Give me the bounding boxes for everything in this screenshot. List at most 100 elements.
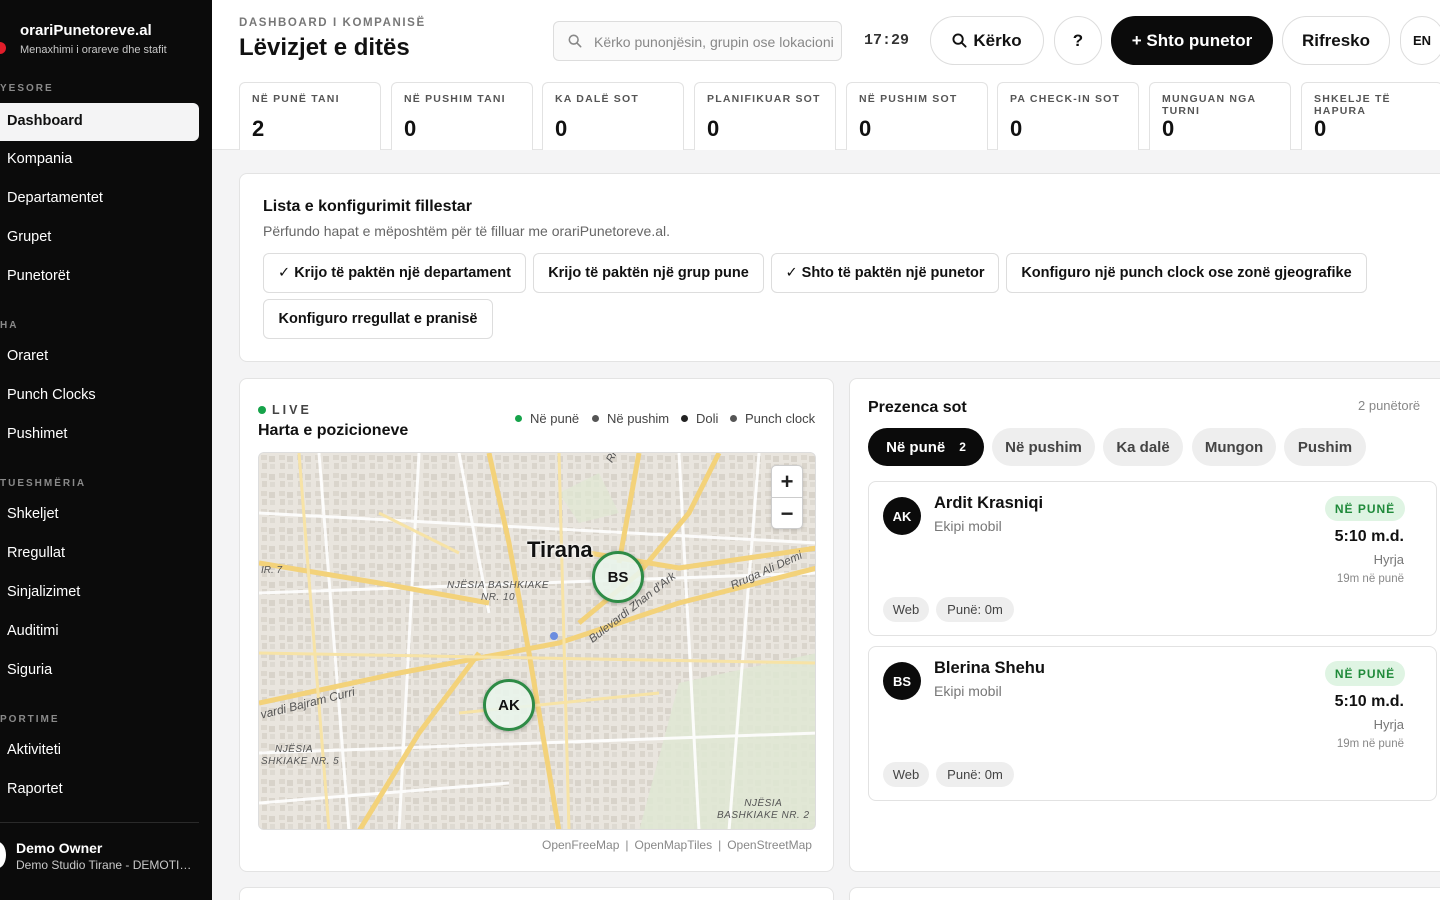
legend-item-left: Doli — [681, 411, 718, 426]
checklist-item-worker[interactable]: ✓ Shto të paktën një punetor — [771, 253, 999, 293]
language-button[interactable]: EN — [1400, 16, 1440, 65]
sidebar-item-grupet[interactable]: Grupet — [7, 229, 51, 245]
stat-label: KA DALË SOT — [555, 93, 639, 105]
stat-card-missed-shift[interactable]: MUNGUAN NGA TURNI 0 — [1149, 82, 1291, 150]
tab-count: 2 — [959, 440, 966, 454]
worked-tag: Punë: 0m — [936, 762, 1014, 787]
nav-section-compliance: TUESHMËRIA — [0, 478, 87, 489]
district-label-line: SHKIAKE NR. 5 — [261, 756, 340, 767]
stat-card-break-today[interactable]: NË PUSHIM SOT 0 — [846, 82, 988, 150]
current-time: 17:29 — [864, 32, 910, 49]
checklist-item-work-group[interactable]: Krijo të paktën një grup pune — [533, 253, 764, 293]
sidebar-item-shkeljet[interactable]: Shkeljet — [7, 506, 59, 522]
stat-card-at-work[interactable]: NË PUNË TANI 2 — [239, 82, 381, 150]
legend-working-icon — [515, 415, 522, 422]
presence-card: Prezenca sot 2 punëtorë Në punë 2 Në pus… — [849, 378, 1440, 872]
stat-value: 0 — [707, 116, 720, 141]
sidebar-item-raportet[interactable]: Raportet — [7, 781, 63, 797]
map-marker-ak[interactable]: AK — [483, 679, 535, 731]
sidebar-item-kompania[interactable]: Kompania — [7, 151, 72, 167]
stat-value: 0 — [1162, 116, 1175, 141]
brand[interactable]: orariPunetoreve.al Menaxhimi i orareve d… — [0, 20, 212, 64]
district-label: IR. 7 — [261, 565, 283, 576]
status-badge: NË PUNË — [1325, 661, 1405, 686]
event-type: Hyrja — [1373, 717, 1404, 732]
attribution-link[interactable]: OpenMapTiles — [635, 838, 713, 852]
sidebar-item-aktiviteti[interactable]: Aktiviteti — [7, 742, 61, 758]
checkin-time: 5:10 m.d. — [1334, 528, 1404, 545]
sidebar-item-punetoret[interactable]: Punetorët — [7, 268, 70, 284]
stat-label: NË PUSHIM SOT — [859, 93, 958, 105]
attribution-separator: | — [625, 838, 629, 852]
presence-row[interactable]: AK Ardit Krasniqi Ekipi mobil NË PUNË 5:… — [868, 481, 1437, 636]
sidebar-item-pushimet[interactable]: Pushimet — [7, 426, 67, 442]
stat-card-left-today[interactable]: KA DALË SOT 0 — [542, 82, 684, 150]
live-dot-icon — [258, 406, 266, 414]
user-name[interactable]: Demo Owner — [16, 840, 102, 856]
worker-name: Blerina Shehu — [934, 659, 1045, 677]
work-duration: 19m në punë — [1336, 738, 1404, 750]
legend-item-punch-clock: Punch clock — [730, 411, 815, 426]
status-badge: NË PUNË — [1325, 496, 1405, 521]
search-box[interactable] — [553, 21, 842, 61]
tab-absent[interactable]: Mungon — [1192, 428, 1276, 466]
sidebar-item-oraret[interactable]: Oraret — [7, 348, 48, 364]
sidebar-item-punch-clocks[interactable]: Punch Clocks — [7, 387, 96, 403]
district-label: NJËSIA SHKIAKE NR. 5 — [261, 744, 339, 768]
tab-working[interactable]: Në punë 2 — [868, 428, 984, 466]
district-label-line: NJËSIA BASHKIAKE — [447, 580, 550, 591]
search-button[interactable]: Kërko — [930, 16, 1044, 65]
add-worker-button[interactable]: + Shto punetor — [1111, 16, 1273, 65]
attribution-link[interactable]: OpenStreetMap — [727, 838, 812, 852]
user-org: Demo Studio Tirane - DEMOTIRANE — [16, 858, 196, 872]
checklist-item-punch-clock[interactable]: Konfiguro një punch clock ose zonë gjeog… — [1006, 253, 1367, 293]
tab-on-break[interactable]: Në pushim — [992, 428, 1095, 466]
checklist-subtitle: Përfundo hapat e mëposhtëm për të fillua… — [263, 223, 671, 239]
source-tag: Web — [883, 762, 929, 787]
map-title: Harta e pozicioneve — [258, 422, 409, 439]
zoom-in-button[interactable]: + — [772, 466, 802, 498]
stat-card-no-checkin[interactable]: PA CHECK-IN SOT 0 — [997, 82, 1139, 150]
sidebar-item-departamentet[interactable]: Departamentet — [7, 190, 103, 206]
legend-item-working: Në punë — [515, 411, 579, 426]
checklist-item-presence-rules[interactable]: Konfiguro rregullat e pranisë — [263, 299, 493, 339]
legend-punch-clock-icon — [730, 415, 737, 422]
user-avatar[interactable] — [0, 842, 6, 868]
stat-value: 0 — [404, 116, 417, 141]
search-icon — [952, 33, 967, 48]
stat-card-open-violations[interactable]: SHKELJE TË HAPURA 0 — [1301, 82, 1440, 150]
position-map[interactable]: Tirana Rruga e Bulevardi Zhan d'Ark Rrug… — [258, 452, 816, 830]
tab-left[interactable]: Ka dalë — [1103, 428, 1183, 466]
legend-label: Punch clock — [745, 411, 816, 426]
sidebar-item-sinjalizimet[interactable]: Sinjalizimet — [7, 584, 80, 600]
worker-name: Ardit Krasniqi — [934, 494, 1044, 512]
attribution-separator: | — [718, 838, 722, 852]
stat-label: NË PUNË TANI — [252, 93, 340, 105]
search-icon — [568, 34, 582, 48]
district-label-line: BASHKIAKE NR. 2 — [717, 810, 810, 821]
tab-leave[interactable]: Pushim — [1284, 428, 1366, 466]
stat-card-on-break[interactable]: NË PUSHIM TANI 0 — [391, 82, 533, 150]
stat-label: SHKELJE TË HAPURA — [1314, 93, 1391, 117]
stat-card-planned-today[interactable]: PLANIFIKUAR SOT 0 — [694, 82, 836, 150]
map-marker-bs[interactable]: BS — [592, 551, 644, 603]
presence-title: Prezenca sot — [868, 399, 967, 416]
zoom-out-button[interactable]: − — [772, 498, 802, 530]
search-input[interactable] — [594, 31, 834, 53]
refresh-button[interactable]: Rifresko — [1282, 16, 1390, 65]
checklist-item-department[interactable]: ✓ Krijo të paktën një departament — [263, 253, 526, 293]
sidebar-item-rregullat[interactable]: Rregullat — [7, 545, 65, 561]
help-button[interactable]: ? — [1054, 16, 1102, 65]
avatar: AK — [883, 497, 921, 535]
presence-row[interactable]: BS Blerina Shehu Ekipi mobil NË PUNË 5:1… — [868, 646, 1437, 801]
stat-value: 0 — [859, 116, 872, 141]
source-tag: Web — [883, 597, 929, 622]
attribution-link[interactable]: OpenFreeMap — [542, 838, 619, 852]
sidebar-item-dashboard[interactable]: Dashboard — [0, 103, 199, 141]
stat-label: MUNGUAN NGA TURNI — [1162, 93, 1256, 117]
sidebar-item-auditimi[interactable]: Auditimi — [7, 623, 59, 639]
worker-team: Ekipi mobil — [934, 683, 1002, 699]
sidebar-item-siguria[interactable]: Siguria — [7, 662, 52, 678]
next-card-stub — [239, 887, 834, 900]
setup-checklist: Lista e konfigurimit fillestar Përfundo … — [239, 173, 1440, 362]
